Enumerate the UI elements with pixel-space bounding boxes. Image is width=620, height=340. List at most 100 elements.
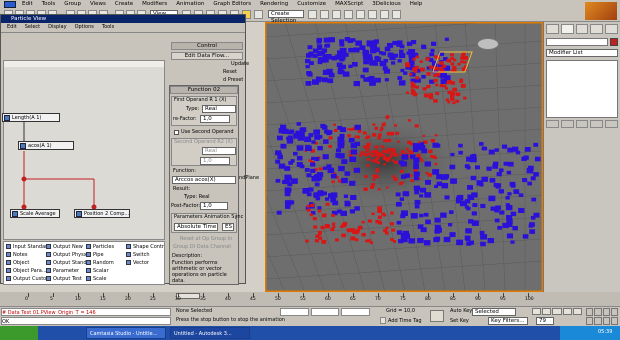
curve-editor-icon[interactable] [344,10,353,19]
scale2-spinner[interactable]: 1,0 [200,157,230,165]
perspective-viewport[interactable] [265,22,543,292]
depot-item[interactable]: Notes [6,251,46,259]
key-icon[interactable] [430,310,444,322]
menu-item[interactable]: Rendering [260,1,288,7]
maxscript-output[interactable]: OK [1,317,171,325]
menu-item[interactable]: Create [115,1,133,7]
zoom-icon[interactable] [586,308,594,316]
current-frame-field[interactable]: 79 [536,317,554,325]
show-end-result-icon[interactable] [560,120,574,128]
menu-item[interactable]: Group [64,1,81,7]
make-unique-icon[interactable] [575,120,589,128]
go-to-start-icon[interactable] [532,308,542,315]
menu-item[interactable]: 3Delicious [372,1,400,7]
function-dropdown[interactable]: Arccos acos(X) [172,176,236,184]
pv-menu-item[interactable]: Edit [7,24,17,30]
type-dropdown[interactable]: Real [202,105,236,113]
menu-item[interactable]: Views [90,1,106,7]
node-acos[interactable]: acos(A 1) [18,141,74,150]
anim-sync-es-button[interactable]: ES [222,223,234,231]
menu-item[interactable]: Customize [297,1,326,7]
taskbar-item[interactable]: Untitled - Autodesk 3... [170,327,250,339]
depot-item[interactable]: Random [86,259,126,267]
depot-item[interactable]: Vector [126,259,164,267]
depot-item[interactable]: Pipe [86,251,126,259]
play-icon[interactable] [552,308,562,315]
depot-item[interactable]: Particles [86,243,126,251]
go-to-end-icon[interactable] [572,308,583,315]
prev-frame-icon[interactable] [542,308,552,315]
object-color-swatch[interactable] [610,38,618,46]
depot-item[interactable]: Parameter [46,267,86,275]
pin-stack-icon[interactable] [546,120,559,128]
depot-item[interactable]: Switch [126,251,164,259]
selected-dropdown[interactable]: Selected [472,308,516,316]
pan-icon[interactable] [594,317,602,325]
fov-icon[interactable] [586,317,594,325]
depot-item[interactable]: Shape Contr... [126,243,164,251]
zoom-extents-icon[interactable] [602,308,610,316]
maxscript-listener[interactable]: # Data Test 01.PView_Origin_T = 146 [1,308,171,316]
configure-sets-icon[interactable] [605,120,618,128]
function-header[interactable]: Function 02 [170,86,238,94]
hierarchy-tab-icon[interactable] [575,24,589,34]
control-rollout-header[interactable]: Control [171,42,243,50]
app-icon[interactable] [4,1,16,8]
depot-item[interactable]: Output Physx [46,251,86,259]
menu-item[interactable]: MAXScript [335,1,363,7]
y-field[interactable] [310,308,340,316]
node-position-2-comp[interactable]: Position 2 Comp... [74,209,130,218]
modify-tab-icon[interactable] [560,24,574,34]
motion-tab-icon[interactable] [590,24,604,34]
menu-item[interactable]: Tools [42,1,56,7]
pv-menu-item[interactable]: Display [48,24,66,30]
taskbar-item[interactable]: Camtasia Studio - Untitle... [86,327,166,339]
z-field[interactable] [341,308,371,316]
pv-menu-item[interactable]: Select [25,24,40,30]
orbit-icon[interactable] [602,317,610,325]
pv-menu-item[interactable]: Tools [102,24,114,30]
depot-item[interactable]: Object Para... [6,267,46,275]
object-name-field[interactable] [546,38,608,46]
pv-menu-item[interactable]: Options [75,24,94,30]
use-second-operand-checkbox[interactable] [174,130,179,135]
render-setup-icon[interactable] [380,10,389,19]
menu-item[interactable]: Modifiers [142,1,167,7]
modifier-list-dropdown[interactable]: Modifier List [546,49,618,57]
maximize-viewport-icon[interactable] [610,317,618,325]
add-time-tag[interactable]: Add Time Tag [388,318,422,324]
align-icon[interactable] [320,10,329,19]
remove-modifier-icon[interactable] [590,120,604,128]
scale-factor-spinner[interactable]: 1,0 [200,115,230,123]
create-tab-icon[interactable] [546,24,559,34]
layer-manager-icon[interactable] [332,10,341,19]
anim-sync-dropdown[interactable]: Absolute Time [174,223,218,231]
depot-item[interactable]: Output New [46,243,86,251]
menu-item[interactable]: Help [410,1,423,7]
depot-item[interactable]: Output Test [46,275,86,283]
auto-key-button[interactable]: Auto Key [450,308,472,314]
key-filters-button[interactable]: Key Filters... [488,317,528,325]
time-tag-icon[interactable] [380,317,386,324]
start-button[interactable] [0,326,38,340]
depot-item[interactable]: Scalar [86,267,126,275]
post-factor-spinner[interactable]: 1,0 [200,202,228,210]
depot-item[interactable]: Input Standard [6,243,46,251]
next-frame-icon[interactable] [562,308,572,315]
edit-named-sel-icon[interactable] [254,10,263,19]
depot-item[interactable]: Output Custom [6,275,46,283]
named-selection-set[interactable]: Create Selection Se [268,10,304,31]
depot-item[interactable]: Object [6,259,46,267]
modifier-stack[interactable] [546,60,618,118]
node-scale-average[interactable]: Scale Average [10,209,60,218]
zoom-all-icon[interactable] [594,308,602,316]
schematic-view-icon[interactable] [356,10,365,19]
render-icon[interactable] [392,10,401,19]
mirror-icon[interactable] [308,10,317,19]
particle-graph[interactable]: Length(A 1) acos(A 1) Scale Average Posi… [2,60,165,240]
display-tab-icon[interactable] [605,24,618,34]
menu-item[interactable]: Graph Editors [213,1,251,7]
material-editor-icon[interactable] [368,10,377,19]
viewcube-icon[interactable] [477,38,499,50]
zoom-extents-all-icon[interactable] [610,308,618,316]
